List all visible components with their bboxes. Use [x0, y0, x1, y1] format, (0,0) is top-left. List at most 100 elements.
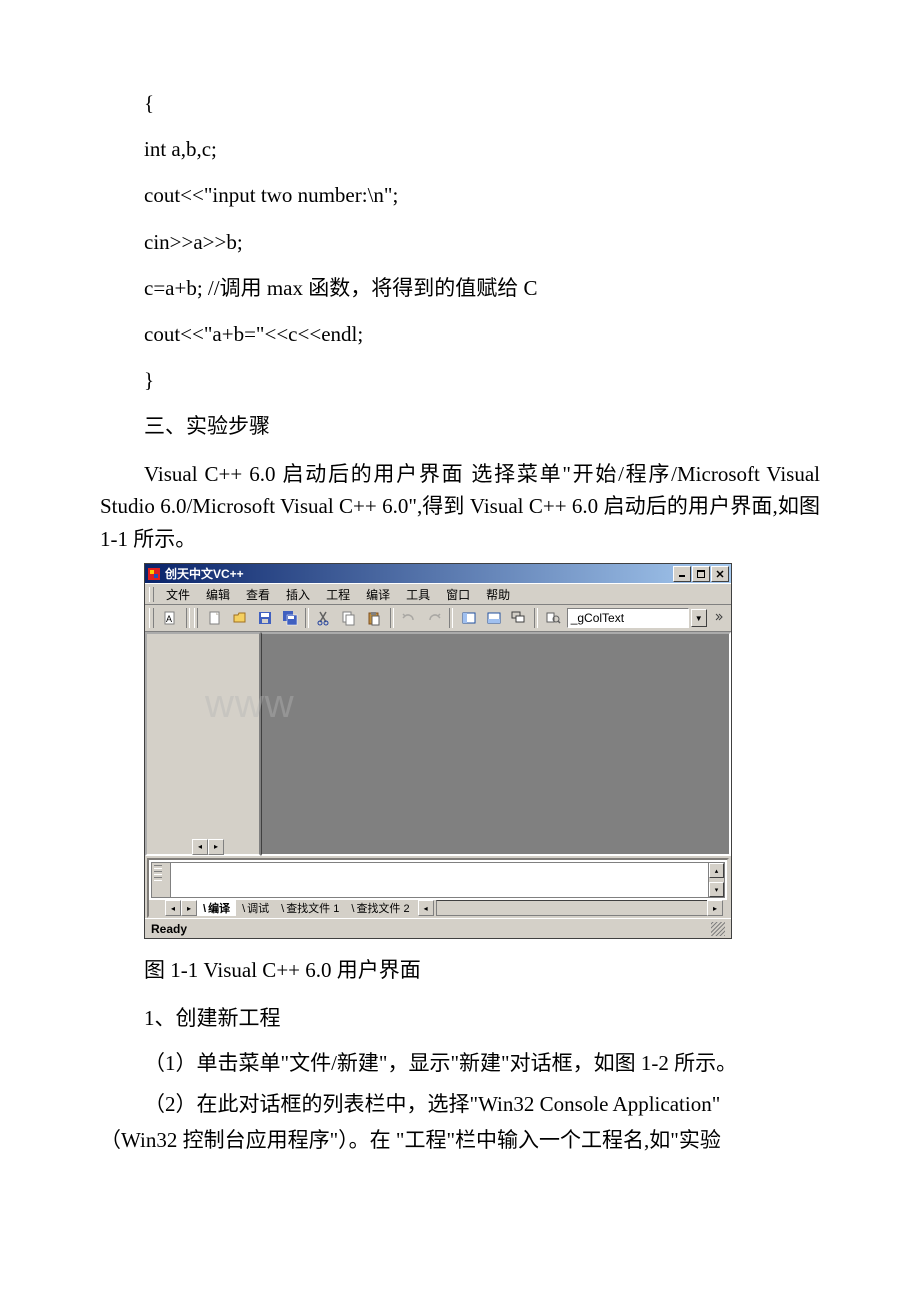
status-text: Ready	[151, 922, 187, 936]
workspace-area: ◂ ▸ www	[145, 631, 731, 856]
output-button[interactable]	[482, 607, 505, 630]
menu-project[interactable]: 工程	[318, 584, 358, 605]
save-button[interactable]	[253, 607, 276, 630]
workspace-icon	[461, 610, 477, 626]
minimize-button[interactable]	[673, 566, 691, 582]
undo-icon	[401, 610, 417, 626]
code-line: {	[144, 80, 820, 126]
code-line: cout<<"a+b="<<c<<endl;	[144, 311, 820, 357]
chevron-right-icon: ▸	[214, 842, 218, 851]
maximize-icon	[697, 570, 705, 578]
chevron-up-icon: ▴	[715, 867, 719, 875]
output-tabs: ◂ ▸ 编译 调试 查找文件 1 查找文件 2 ◂ ▸	[149, 900, 727, 916]
output-body[interactable]	[171, 863, 724, 897]
output-tab-debug[interactable]: 调试	[236, 900, 275, 916]
output-hscroll-left[interactable]: ◂	[418, 900, 434, 916]
toolbar-grip-2[interactable]	[194, 608, 199, 628]
menu-window[interactable]: 窗口	[438, 584, 478, 605]
menu-file[interactable]: 文件	[158, 584, 198, 605]
new-button[interactable]	[203, 607, 226, 630]
toolbar-overflow[interactable]	[711, 607, 727, 630]
menu-edit[interactable]: 编辑	[198, 584, 238, 605]
menu-build[interactable]: 编译	[358, 584, 398, 605]
output-vscrollbar[interactable]: ▴ ▾	[708, 862, 725, 898]
save-icon	[257, 610, 273, 626]
code-line: cin>>a>>b;	[144, 219, 820, 265]
menu-help[interactable]: 帮助	[478, 584, 518, 605]
figure-caption-1-1: 图 1-1 Visual C++ 6.0 用户界面	[100, 949, 820, 991]
step-1-2-paragraph-a: （2）在此对话框的列表栏中，选择"Win32 Console Applicati…	[100, 1088, 820, 1121]
statusbar: Ready	[145, 918, 731, 938]
titlebar: 创天中文VC++	[145, 564, 731, 583]
window-list-icon	[510, 610, 526, 626]
open-folder-icon	[232, 610, 248, 626]
minimize-icon	[678, 570, 686, 578]
open-button[interactable]	[228, 607, 251, 630]
code-line: c=a+b; //调用 max 函数，将得到的值赋给 C	[144, 265, 820, 311]
close-button[interactable]	[711, 566, 729, 582]
output-pane: ▴ ▾ ◂ ▸ 编译 调试 查找文件 1 查找文件 2 ◂ ▸	[147, 858, 729, 918]
step-1-2-paragraph-b: （Win32 控制台应用程序"）。在 "工程"栏中输入一个工程名,如"实验	[100, 1124, 820, 1157]
output-tab-prev[interactable]: ◂	[165, 900, 181, 916]
undo-button[interactable]	[398, 607, 421, 630]
chevron-right-icon: ▸	[713, 904, 717, 913]
code-line: }	[144, 357, 820, 403]
output-icon	[486, 610, 502, 626]
find-in-files-icon	[545, 610, 561, 626]
overflow-icon	[715, 611, 723, 625]
find-combo[interactable]: _gColText	[567, 608, 689, 628]
code-line: cout<<"input two number:\n";	[144, 172, 820, 218]
chevron-left-icon: ◂	[171, 904, 175, 913]
copy-button[interactable]	[338, 607, 361, 630]
step-1-heading: 1、创建新工程	[100, 997, 820, 1039]
code-block: { int a,b,c; cout<<"input two number:\n"…	[100, 80, 820, 403]
toolbar: A	[145, 604, 731, 631]
cut-button[interactable]	[313, 607, 336, 630]
toolbar-grip[interactable]	[149, 608, 154, 628]
code-line: int a,b,c;	[144, 126, 820, 172]
window-title: 创天中文VC++	[165, 565, 244, 582]
output-tab-next[interactable]: ▸	[181, 900, 197, 916]
vc-window: 创天中文VC++ 文件 编辑 查看	[144, 563, 732, 939]
menu-view[interactable]: 查看	[238, 584, 278, 605]
editor-pane[interactable]: www	[261, 632, 731, 856]
find-in-files-button[interactable]	[542, 607, 565, 630]
save-all-button[interactable]	[278, 607, 301, 630]
output-tab-find2[interactable]: 查找文件 2	[345, 900, 415, 916]
copy-icon	[341, 610, 357, 626]
pane-tab-next[interactable]: ▸	[208, 839, 224, 855]
paste-button[interactable]	[363, 607, 386, 630]
chevron-down-icon: ▾	[715, 886, 719, 894]
find-combo-value: _gColText	[571, 611, 624, 625]
paste-icon	[366, 610, 382, 626]
redo-button[interactable]	[422, 607, 445, 630]
resize-grip[interactable]	[711, 922, 725, 936]
chevron-down-icon: ▼	[695, 614, 703, 623]
close-icon	[716, 570, 724, 578]
step-1-1-paragraph: （1）单击菜单"文件/新建"，显示"新建"对话框，如图 1-2 所示。	[100, 1047, 820, 1080]
save-all-icon	[282, 610, 298, 626]
pane-tab-prev[interactable]: ◂	[192, 839, 208, 855]
new-file-icon	[207, 610, 223, 626]
output-hscroll-right[interactable]: ▸	[707, 900, 723, 916]
section-heading-3: 三、实验步骤	[100, 403, 820, 449]
menubar: 文件 编辑 查看 插入 工程 编译 工具 窗口 帮助	[145, 583, 731, 604]
intro-paragraph: Visual C++ 6.0 启动后的用户界面 选择菜单"开始/程序/Micro…	[100, 458, 820, 556]
maximize-button[interactable]	[692, 566, 710, 582]
window-list-button[interactable]	[507, 607, 530, 630]
output-hscrollbar[interactable]	[436, 900, 713, 916]
menubar-grip[interactable]	[149, 587, 154, 602]
workspace-pane[interactable]: ◂ ▸	[145, 632, 261, 856]
output-tab-find1[interactable]: 查找文件 1	[275, 900, 345, 916]
vc-app-icon	[147, 567, 161, 581]
menu-tools[interactable]: 工具	[398, 584, 438, 605]
output-grip[interactable]	[152, 863, 171, 897]
find-combo-dropdown[interactable]: ▼	[691, 609, 707, 627]
output-tab-build[interactable]: 编译	[197, 900, 236, 916]
menu-insert[interactable]: 插入	[278, 584, 318, 605]
chevron-left-icon: ◂	[198, 842, 202, 851]
new-text-icon: A	[162, 610, 178, 626]
chevron-right-icon: ▸	[187, 904, 191, 913]
new-text-button[interactable]: A	[159, 607, 182, 630]
workspace-button[interactable]	[457, 607, 480, 630]
